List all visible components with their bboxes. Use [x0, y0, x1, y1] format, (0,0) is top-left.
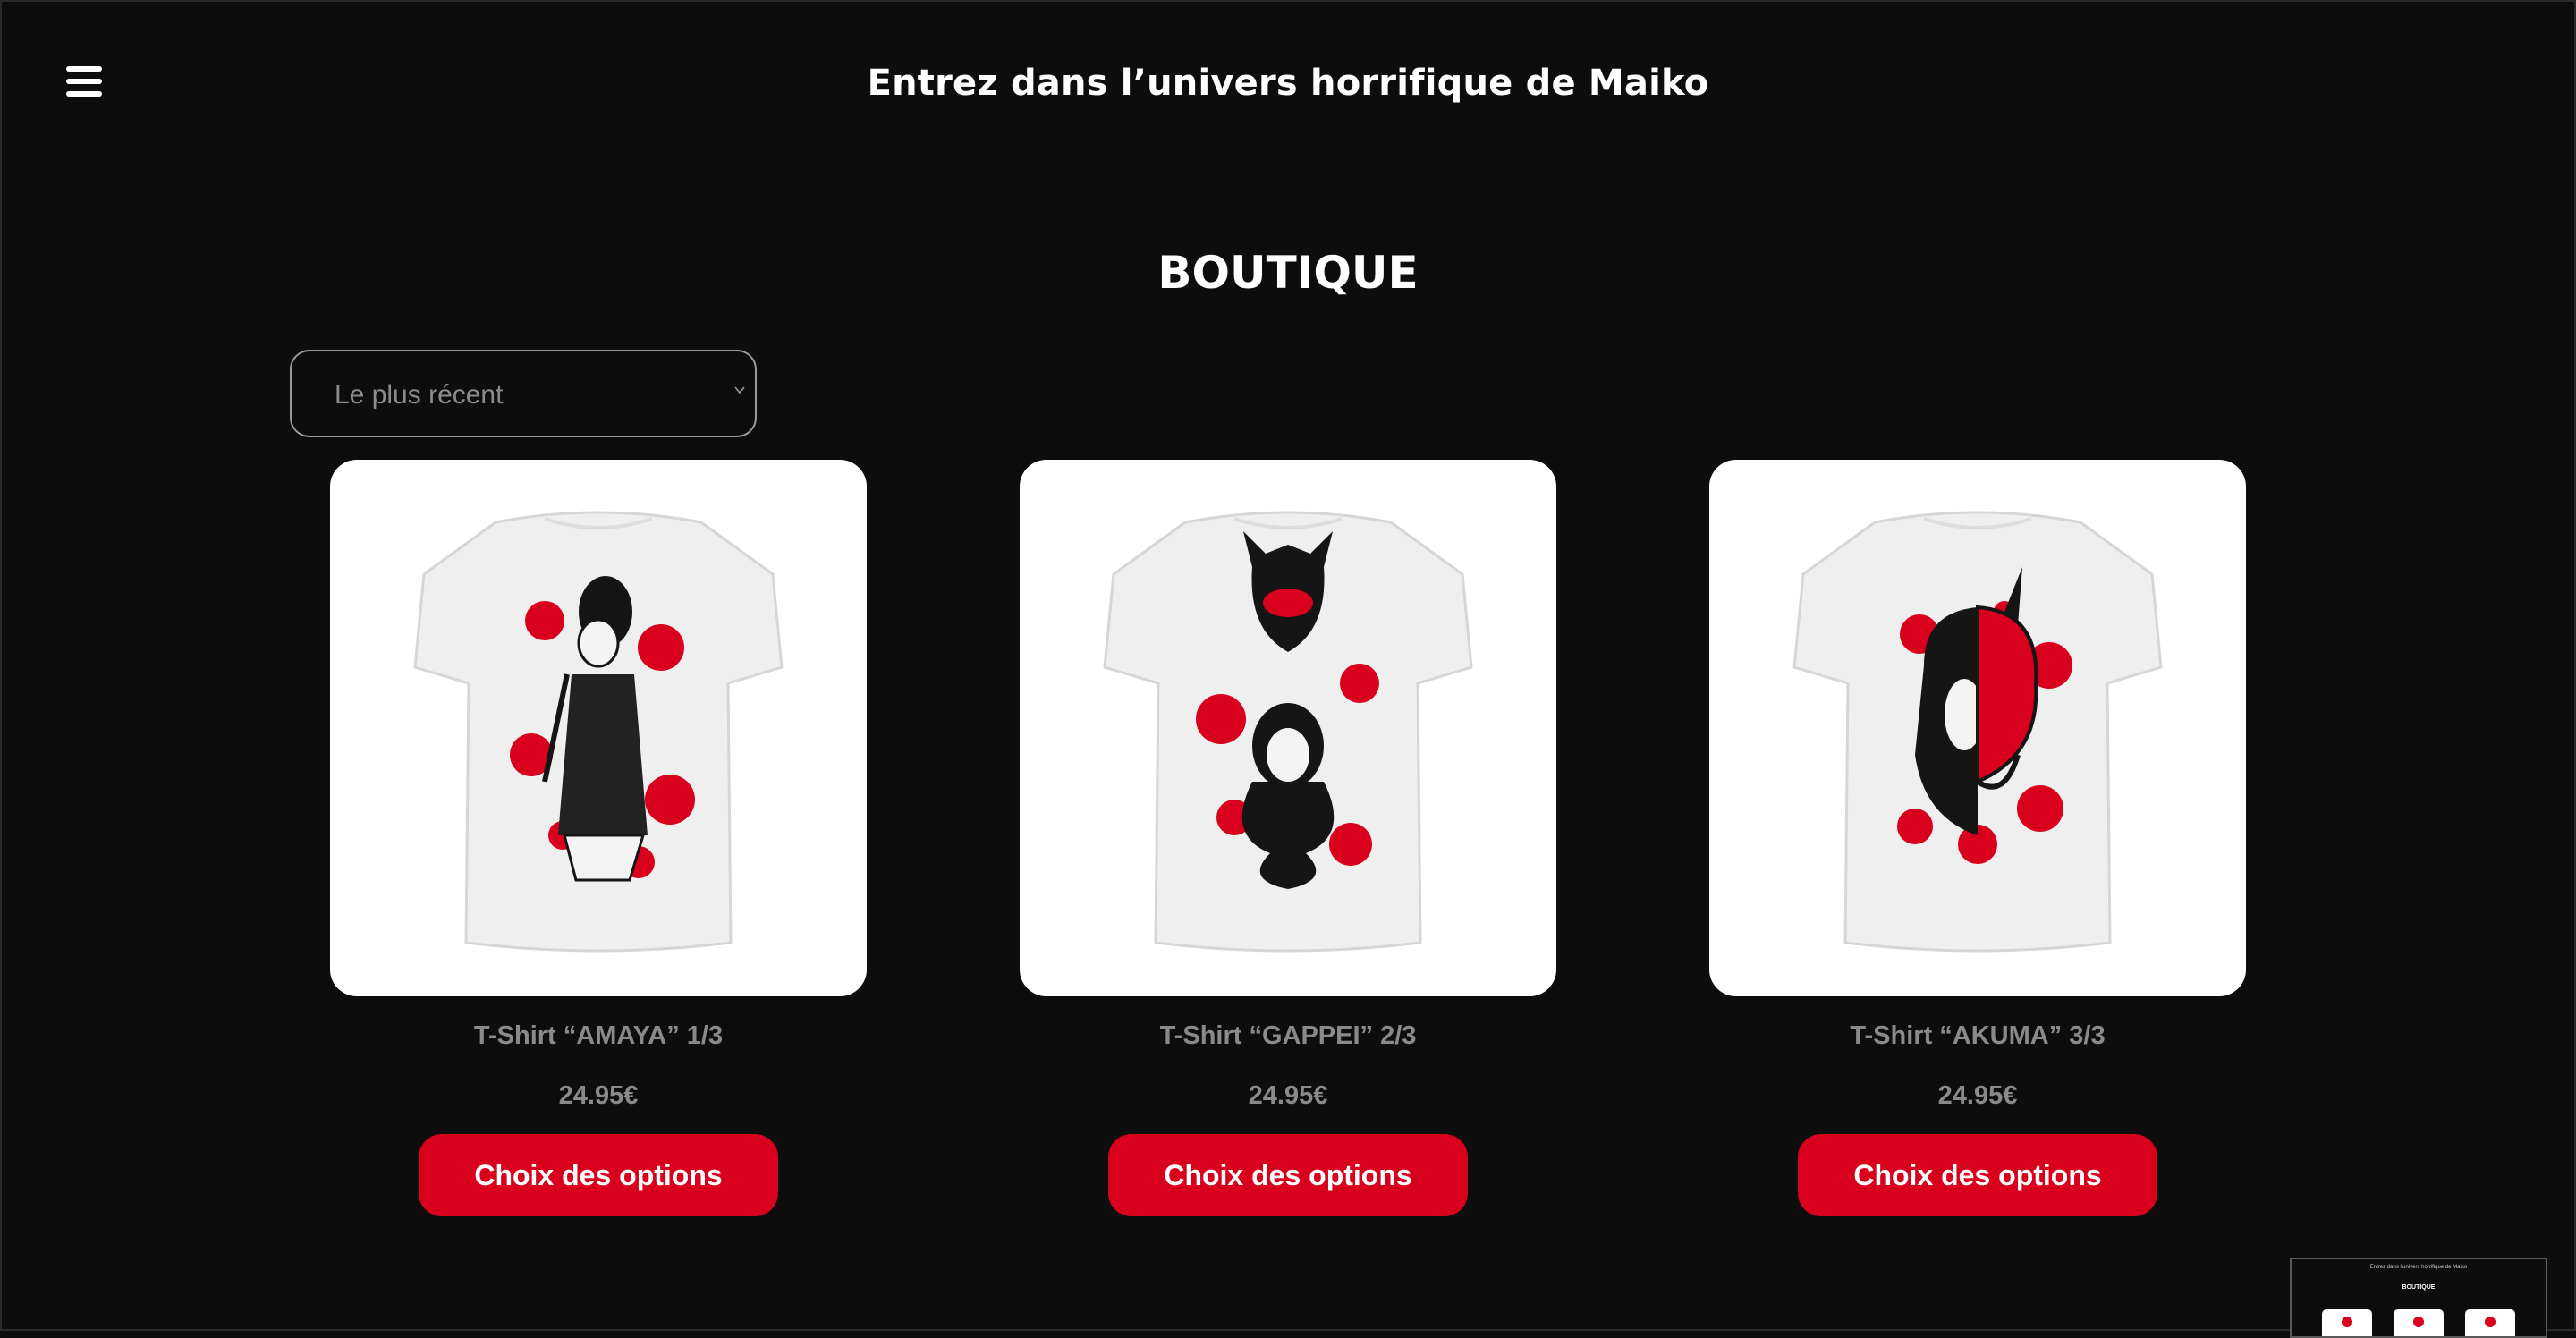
- product-card: T-Shirt “AMAYA” 1/3 24.95€ Choix des opt…: [330, 460, 867, 1216]
- product-card: T-Shirt “AKUMA” 3/3 24.95€ Choix des opt…: [1709, 460, 2246, 1216]
- choose-options-button[interactable]: Choix des options: [1798, 1134, 2157, 1216]
- product-price: 24.95€: [1937, 1081, 2018, 1110]
- product-name[interactable]: T-Shirt “AKUMA” 3/3: [1709, 1021, 2246, 1051]
- tshirt-gappei-image: [1103, 511, 1473, 953]
- site-title: Entrez dans l’univers horrifique de Maik…: [867, 63, 1709, 104]
- choose-options-button[interactable]: Choix des options: [419, 1134, 778, 1216]
- mini-product-card: [2394, 1309, 2444, 1336]
- tshirt-amaya-image: [413, 511, 784, 953]
- product-name[interactable]: T-Shirt “GAPPEI” 2/3: [1020, 1021, 1556, 1051]
- product-card: T-Shirt “GAPPEI” 2/3 24.95€ Choix des op…: [1020, 460, 1556, 1216]
- tshirt-akuma-image: [1792, 511, 2163, 953]
- product-image[interactable]: [1020, 460, 1556, 996]
- product-name[interactable]: T-Shirt “AMAYA” 1/3: [330, 1021, 867, 1051]
- product-image[interactable]: [1709, 460, 2246, 996]
- mini-product-card: [2465, 1309, 2515, 1336]
- mini-product-card: [2322, 1309, 2372, 1336]
- choose-options-button[interactable]: Choix des options: [1108, 1134, 1468, 1216]
- product-price: 24.95€: [1248, 1081, 1328, 1110]
- page-title: BOUTIQUE: [1157, 247, 1419, 299]
- sort-select[interactable]: Le plus récent: [290, 350, 757, 437]
- product-price: 24.95€: [558, 1081, 639, 1110]
- mini-page-title: BOUTIQUE: [2402, 1284, 2436, 1291]
- page-preview-thumbnail[interactable]: Entrez dans l’univers horrifique de Maik…: [2290, 1258, 2547, 1338]
- mini-site-title: Entrez dans l’univers horrifique de Maik…: [2369, 1265, 2468, 1270]
- chevron-down-icon: [734, 386, 745, 394]
- product-image[interactable]: [330, 460, 867, 996]
- sort-selected-value: Le plus récent: [335, 380, 504, 410]
